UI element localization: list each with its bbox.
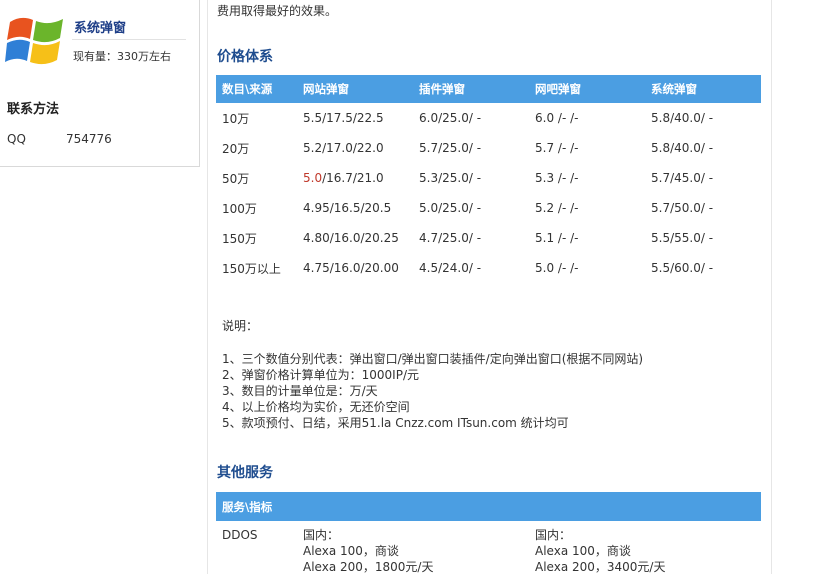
table-cell: 150万 [222,231,257,246]
table-cell: 5.8/40.0/ - [651,141,714,155]
price-section-title: 价格体系 [217,49,273,65]
table-cell: 5.7 /- /- [535,141,579,155]
note-item: 4、以上价格均为实价，无还价空间 [222,400,410,414]
table-cell: 5.2 /- /- [535,201,579,215]
service-table: 服务\指标 DDOS 国内： Alexa 100，商谈 Alexa 200，18… [216,492,761,575]
price-table-header: 数目\来源 网站弹窗 插件弹窗 网吧弹窗 系统弹窗 [216,75,761,103]
divider [72,39,186,40]
table-cell: 50万 [222,171,250,186]
table-cell: 4.75/16.0/20.00 [303,261,399,275]
table-cell: 4.95/16.5/20.5 [303,201,392,215]
service-table-header: 服务\指标 [216,492,761,521]
service-detail: 国内： Alexa 100，商谈 Alexa 200，1800元/天 [297,521,529,575]
intro-text: 费用取得最好的效果。 [217,4,338,18]
detail-line: Alexa 100，商谈 [535,544,631,558]
table-cell: 6.0 /- /- [535,111,579,125]
col-header: 网站弹窗 [297,75,413,103]
service-name: DDOS [222,528,258,542]
detail-line: 国内： [535,528,572,542]
table-cell: 5.5/17.5/22.5 [303,111,384,125]
price-rest: /16.7/21.0 [322,171,384,185]
table-cell: 5.8/40.0/ - [651,111,714,125]
price-table: 数目\来源 网站弹窗 插件弹窗 网吧弹窗 系统弹窗 10万 5.5/17.5/2… [216,75,761,283]
table-cell: 10万 [222,111,250,126]
detail-line: 国内： [303,528,340,542]
col-header: 网吧弹窗 [529,75,645,103]
sidebar: 系统弹窗 现有量：330万左右 联系方法 QQ 754776 [0,0,200,167]
detail-line: Alexa 200，1800元/天 [303,560,434,574]
table-cell: 5.5/60.0/ - [651,261,714,275]
contact-label-qq: QQ [7,132,26,146]
col-header: 系统弹窗 [645,75,761,103]
table-row: 100万 4.95/16.5/20.5 5.0/25.0/ - 5.2 /- /… [216,193,761,223]
table-cell: 4.7/25.0/ - [419,231,482,245]
table-cell: 150万以上 [222,261,281,276]
table-cell: 4.5/24.0/ - [419,261,482,275]
table-cell: 5.3 /- /- [535,171,579,185]
table-cell: 5.1 /- /- [535,231,579,245]
table-cell: 100万 [222,201,257,216]
table-row: 150万 4.80/16.0/20.25 4.7/25.0/ - 5.1 /- … [216,223,761,253]
note-item: 5、款项预付、日结，采用51.la Cnzz.com ITsun.com 统计均… [222,416,569,430]
table-row: 20万 5.2/17.0/22.0 5.7/25.0/ - 5.7 /- /- … [216,133,761,163]
notes-title: 说明： [222,319,259,333]
col-header: 数目\来源 [216,75,297,103]
windows-logo-icon [5,17,63,65]
service-detail: 国内： Alexa 100，商谈 Alexa 200，3400元/天 [529,521,761,575]
main-content: 费用取得最好的效果。 价格体系 数目\来源 网站弹窗 插件弹窗 网吧弹窗 系统弹… [207,0,772,574]
note-item: 3、数目的计量单位是：万/天 [222,384,378,398]
highlighted-price: 5.0 [303,171,323,185]
brand-subtitle: 现有量：330万左右 [73,50,171,63]
table-row: 150万以上 4.75/16.0/20.00 4.5/24.0/ - 5.0 /… [216,253,761,283]
table-cell: 20万 [222,141,250,156]
table-cell: 5.3/25.0/ - [419,171,482,185]
table-cell: 5.7/45.0/ - [651,171,714,185]
notes-block: 说明： 1、三个数值分别代表：弹出窗口/弹出窗口装插件/定向弹出窗口(根据不同网… [222,318,643,431]
table-cell: 5.0/16.7/21.0 [297,163,413,193]
table-cell: 6.0/25.0/ - [419,111,482,125]
note-item: 1、三个数值分别代表：弹出窗口/弹出窗口装插件/定向弹出窗口(根据不同网站) [222,352,644,366]
contact-heading: 联系方法 [7,102,60,117]
other-services-title: 其他服务 [217,465,273,481]
col-header: 服务\指标 [216,492,761,521]
table-row: 10万 5.5/17.5/22.5 6.0/25.0/ - 6.0 /- /- … [216,103,761,133]
detail-line: Alexa 100，商谈 [303,544,399,558]
table-cell: 5.7/50.0/ - [651,201,714,215]
table-cell: 4.80/16.0/20.25 [303,231,399,245]
table-cell: 5.0/25.0/ - [419,201,482,215]
table-cell: 5.2/17.0/22.0 [303,141,384,155]
detail-line: Alexa 200，3400元/天 [535,560,666,574]
note-item: 2、弹窗价格计算单位为：1000IP/元 [222,368,419,382]
table-cell: 5.0 /- /- [535,261,579,275]
col-header: 插件弹窗 [413,75,529,103]
brand-title[interactable]: 系统弹窗 [74,17,126,36]
table-cell: 5.7/25.0/ - [419,141,482,155]
table-row: 50万 5.0/16.7/21.0 5.3/25.0/ - 5.3 /- /- … [216,163,761,193]
contact-value-qq: 754776 [66,132,112,146]
table-row: DDOS 国内： Alexa 100，商谈 Alexa 200，1800元/天 … [216,521,761,575]
table-cell: 5.5/55.0/ - [651,231,714,245]
